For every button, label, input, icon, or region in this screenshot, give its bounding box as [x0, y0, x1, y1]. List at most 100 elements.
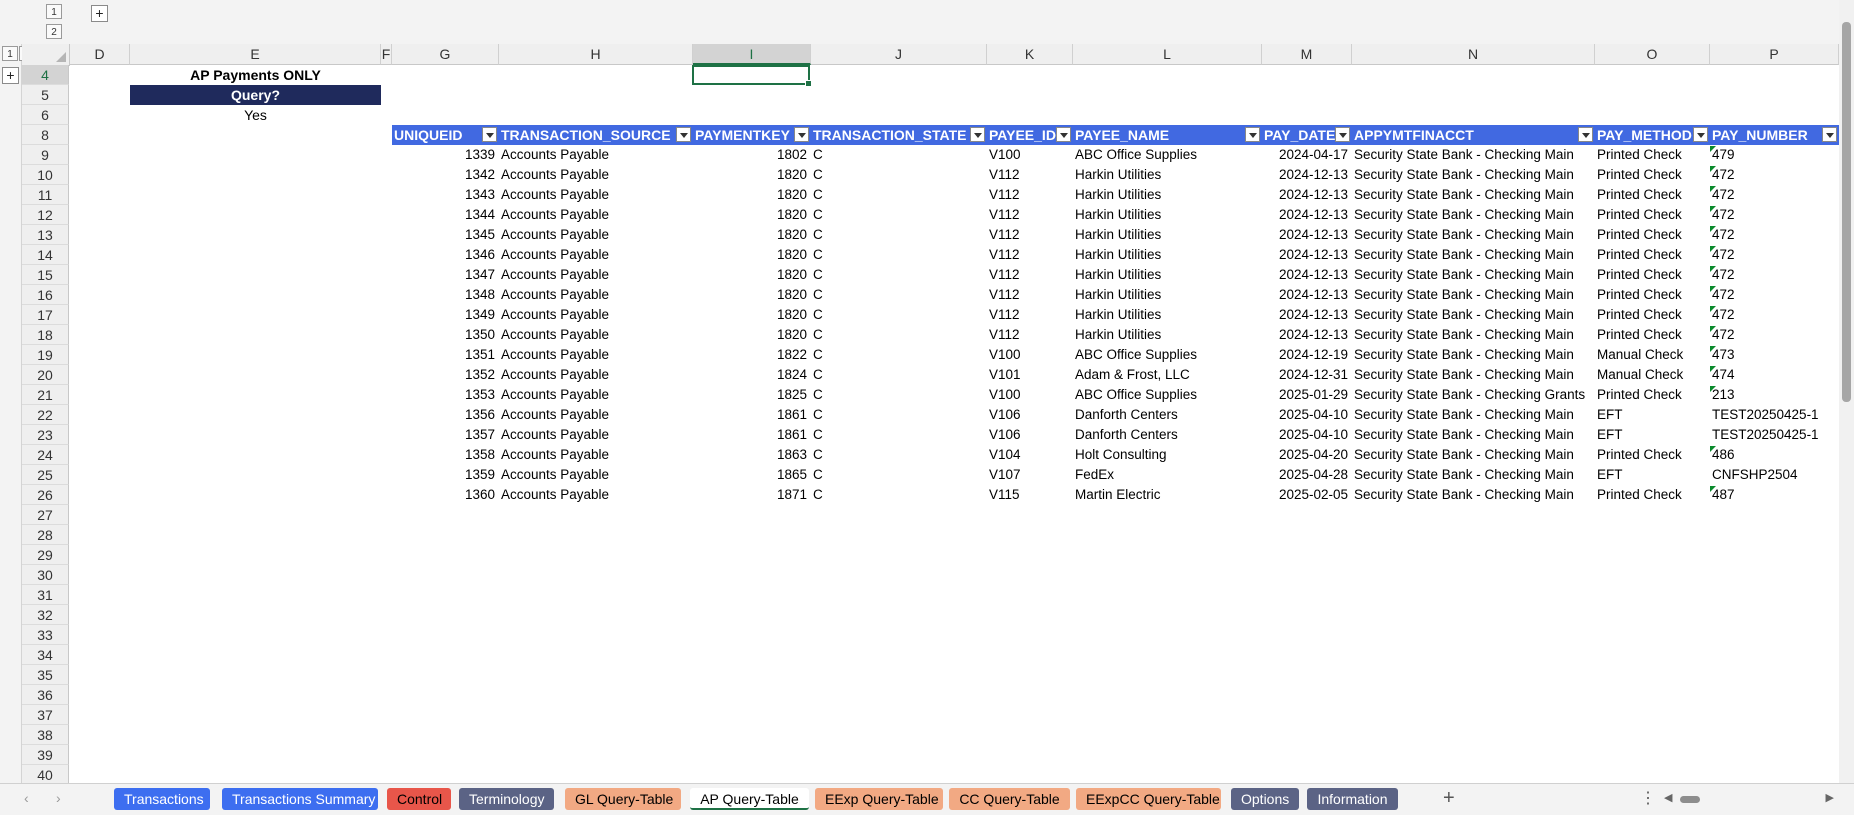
- table-cell[interactable]: C: [811, 165, 987, 185]
- table-cell[interactable]: 472: [1710, 265, 1839, 285]
- table-cell[interactable]: V112: [987, 205, 1073, 225]
- scroll-right-icon[interactable]: ▶: [1826, 791, 1834, 804]
- row-header-5[interactable]: 5: [22, 85, 69, 105]
- table-cell[interactable]: V112: [987, 285, 1073, 305]
- table-cell[interactable]: Holt Consulting: [1073, 445, 1262, 465]
- vertical-scroll-thumb[interactable]: [1842, 22, 1851, 402]
- table-cell[interactable]: 2024-12-13: [1262, 185, 1348, 205]
- table-cell[interactable]: V100: [987, 385, 1073, 405]
- table-cell[interactable]: Security State Bank - Checking Main: [1352, 165, 1595, 185]
- table-cell[interactable]: Harkin Utilities: [1073, 285, 1262, 305]
- table-cell[interactable]: Harkin Utilities: [1073, 225, 1262, 245]
- row-header-26[interactable]: 26: [22, 485, 69, 505]
- table-cell[interactable]: 2024-12-13: [1262, 325, 1348, 345]
- table-cell[interactable]: Security State Bank - Checking Main: [1352, 405, 1595, 425]
- table-cell[interactable]: Printed Check: [1595, 225, 1710, 245]
- column-header-g[interactable]: G: [392, 44, 499, 65]
- filter-dropdown-icon[interactable]: [482, 127, 497, 142]
- row-header-24[interactable]: 24: [22, 445, 69, 465]
- outline-level-2-button[interactable]: 2: [46, 24, 62, 39]
- table-cell[interactable]: ABC Office Supplies: [1073, 345, 1262, 365]
- table-cell[interactable]: 1871: [693, 485, 807, 505]
- filter-dropdown-icon[interactable]: [1335, 127, 1350, 142]
- table-cell[interactable]: Harkin Utilities: [1073, 245, 1262, 265]
- sheet-tab-eexp-query-table[interactable]: EExp Query-Table: [815, 788, 943, 810]
- row-header-25[interactable]: 25: [22, 465, 69, 485]
- table-cell[interactable]: Accounts Payable: [499, 265, 693, 285]
- filter-dropdown-icon[interactable]: [1245, 127, 1260, 142]
- table-cell[interactable]: Printed Check: [1595, 265, 1710, 285]
- table-cell[interactable]: 1344: [392, 205, 495, 225]
- row-outline-level-1-button[interactable]: 1: [2, 46, 18, 61]
- table-cell[interactable]: 1343: [392, 185, 495, 205]
- table-cell[interactable]: 472: [1710, 325, 1839, 345]
- row-header-11[interactable]: 11: [22, 185, 69, 205]
- table-header-uniqueid[interactable]: UNIQUEID: [392, 125, 499, 145]
- table-cell[interactable]: Security State Bank - Checking Main: [1352, 465, 1595, 485]
- table-cell[interactable]: C: [811, 205, 987, 225]
- sheet-tab-information[interactable]: Information: [1307, 788, 1398, 810]
- table-cell[interactable]: 1820: [693, 165, 807, 185]
- column-header-k[interactable]: K: [987, 44, 1073, 65]
- table-cell[interactable]: C: [811, 425, 987, 445]
- table-cell[interactable]: V100: [987, 345, 1073, 365]
- sheet-tab-ap-query-table[interactable]: AP Query-Table: [690, 788, 809, 810]
- table-cell[interactable]: Danforth Centers: [1073, 425, 1262, 445]
- column-header-o[interactable]: O: [1595, 44, 1710, 65]
- table-cell[interactable]: 472: [1710, 205, 1839, 225]
- table-header-appymtfinacct[interactable]: APPYMTFINACCT: [1352, 125, 1595, 145]
- table-cell[interactable]: 1865: [693, 465, 807, 485]
- table-cell[interactable]: 1820: [693, 185, 807, 205]
- table-cell[interactable]: Printed Check: [1595, 185, 1710, 205]
- table-cell[interactable]: C: [811, 245, 987, 265]
- table-header-pay-date[interactable]: PAY_DATE: [1262, 125, 1352, 145]
- column-header-h[interactable]: H: [499, 44, 693, 65]
- table-cell[interactable]: Accounts Payable: [499, 365, 693, 385]
- sheet-tab-control[interactable]: Control: [387, 788, 451, 810]
- table-cell[interactable]: Harkin Utilities: [1073, 205, 1262, 225]
- expand-rows-icon[interactable]: +: [2, 67, 19, 84]
- sheet-tab-options[interactable]: Options: [1231, 788, 1299, 810]
- prev-sheet-icon[interactable]: ‹: [24, 790, 29, 806]
- row-header-38[interactable]: 38: [22, 725, 69, 745]
- more-options-icon[interactable]: ⋮: [1640, 788, 1656, 808]
- table-cell[interactable]: Printed Check: [1595, 165, 1710, 185]
- table-cell[interactable]: Security State Bank - Checking Main: [1352, 185, 1595, 205]
- table-cell[interactable]: 2025-04-10: [1262, 425, 1348, 445]
- table-cell[interactable]: 2024-12-13: [1262, 265, 1348, 285]
- table-cell[interactable]: 1822: [693, 345, 807, 365]
- horizontal-scrollbar[interactable]: ◀ ▶: [1664, 792, 1834, 806]
- table-cell[interactable]: C: [811, 405, 987, 425]
- table-cell[interactable]: C: [811, 325, 987, 345]
- column-header-i[interactable]: I: [693, 44, 811, 65]
- table-cell[interactable]: 1861: [693, 425, 807, 445]
- table-cell[interactable]: C: [811, 225, 987, 245]
- table-cell[interactable]: 1820: [693, 225, 807, 245]
- table-cell[interactable]: Accounts Payable: [499, 345, 693, 365]
- outline-level-1-button[interactable]: 1: [46, 4, 62, 19]
- table-header-payee-name[interactable]: PAYEE_NAME: [1073, 125, 1262, 145]
- table-header-paymentkey[interactable]: PAYMENTKEY: [693, 125, 811, 145]
- table-cell[interactable]: Manual Check: [1595, 345, 1710, 365]
- table-cell[interactable]: Adam & Frost, LLC: [1073, 365, 1262, 385]
- table-header-transaction-source[interactable]: TRANSACTION_SOURCE: [499, 125, 693, 145]
- table-cell[interactable]: Printed Check: [1595, 205, 1710, 225]
- sheet-tab-transactions-summary[interactable]: Transactions Summary: [222, 788, 378, 810]
- table-cell[interactable]: V101: [987, 365, 1073, 385]
- row-header-13[interactable]: 13: [22, 225, 69, 245]
- table-cell[interactable]: 1863: [693, 445, 807, 465]
- table-cell[interactable]: 1350: [392, 325, 495, 345]
- table-cell[interactable]: 213: [1710, 385, 1839, 405]
- table-cell[interactable]: Harkin Utilities: [1073, 165, 1262, 185]
- row-header-6[interactable]: 6: [22, 105, 69, 125]
- table-cell[interactable]: 1825: [693, 385, 807, 405]
- table-cell[interactable]: 2024-12-19: [1262, 345, 1348, 365]
- table-cell[interactable]: 2024-12-13: [1262, 165, 1348, 185]
- table-cell[interactable]: EFT: [1595, 425, 1710, 445]
- table-cell[interactable]: Harkin Utilities: [1073, 325, 1262, 345]
- row-header-15[interactable]: 15: [22, 265, 69, 285]
- table-cell[interactable]: Accounts Payable: [499, 205, 693, 225]
- row-header-8[interactable]: 8: [22, 125, 69, 145]
- table-cell[interactable]: Security State Bank - Checking Main: [1352, 425, 1595, 445]
- table-cell[interactable]: 486: [1710, 445, 1839, 465]
